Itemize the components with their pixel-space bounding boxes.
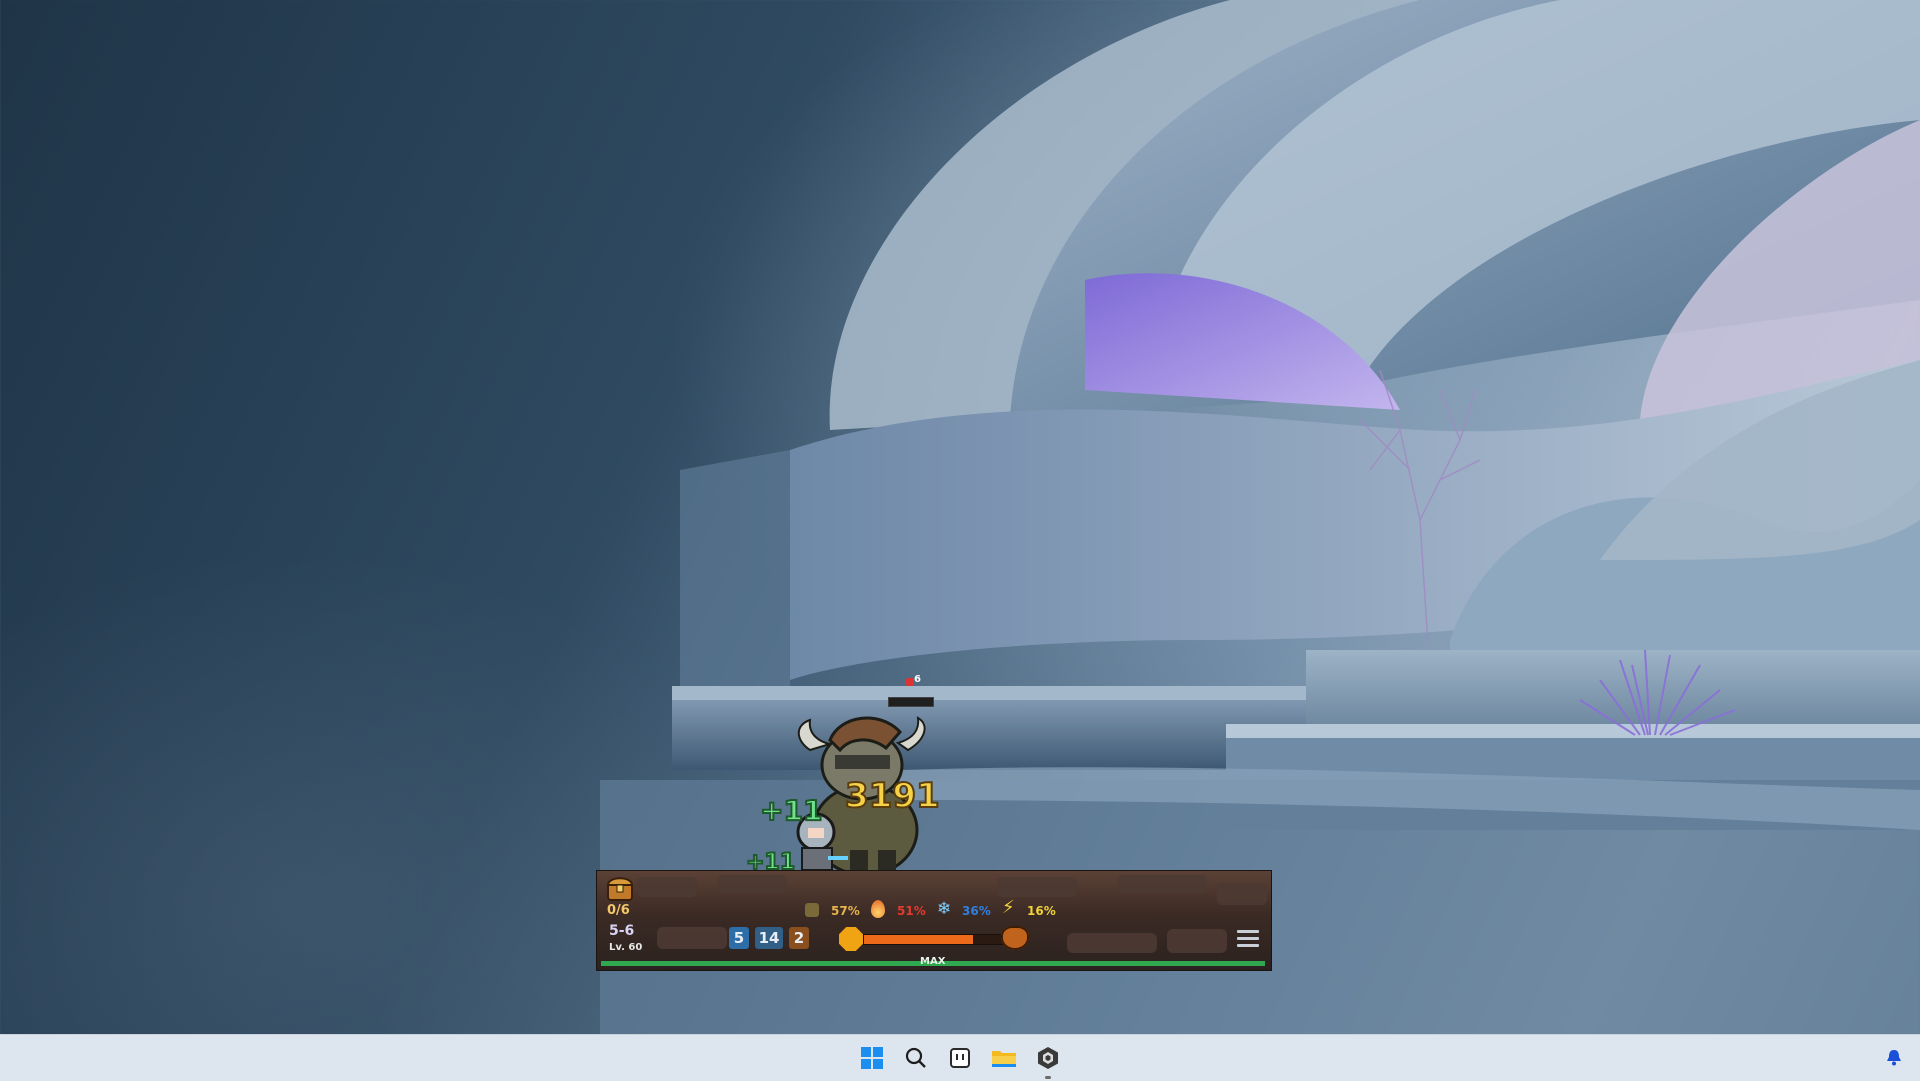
fire-stat-icon [871,900,885,918]
windows-start-button[interactable] [854,1040,890,1076]
menu-hamburger-icon[interactable] [1237,929,1259,949]
lightning-stat: 16% [1027,904,1056,918]
enemy-skull-icon [906,678,914,686]
physical-stat-icon [805,903,819,917]
blue-counter-2[interactable]: 14 [755,927,783,949]
heal-number-top: +11 [759,793,823,828]
orange-counter[interactable]: 2 [789,927,809,949]
chest-progress: 0/6 [607,903,630,918]
ice-stat: 36% [962,904,991,918]
boss-progress-start-icon [839,927,863,951]
fire-stat: 51% [897,904,926,918]
stage-label: 5-6 [609,923,635,939]
taskbar [0,1034,1920,1081]
notification-button[interactable] [1876,1040,1912,1076]
task-view-button[interactable] [942,1040,978,1076]
player-level: Lv. 60 [609,942,643,953]
unity-button[interactable] [1030,1040,1066,1079]
search-button[interactable] [898,1040,934,1076]
blue-counter[interactable]: 5 [729,927,749,949]
boss-progress-fill [864,935,974,944]
windows-start-icon [861,1047,883,1069]
notification-bell-icon [1887,1050,1901,1066]
search-icon [905,1047,926,1068]
game-character-area: 6 3191 +11 +11 [740,670,970,880]
task-view-icon [950,1048,970,1068]
unity-icon [1038,1047,1058,1069]
damage-number-gold: 3191 [844,775,941,817]
enemy-counter: 6 [914,674,921,685]
boss-skull-icon[interactable] [1001,926,1029,950]
enemy-health-bar [888,697,934,707]
boss-progress-track [863,934,1005,945]
treasure-chest-icon[interactable] [605,873,635,903]
ice-stat-icon: ❄ [937,899,952,919]
file-explorer-icon [992,1051,1016,1067]
file-explorer-button[interactable] [986,1040,1022,1076]
lightning-stat-icon: ⚡ [1002,897,1015,918]
active-app-indicator [1045,1076,1051,1079]
xp-label: MAX [920,956,946,967]
physical-stat: 57% [831,904,860,918]
game-hud-panel: 0/6 5-6 Lv. 60 57% 51% ❄ 36% ⚡ 16% 5 14 … [596,870,1272,971]
